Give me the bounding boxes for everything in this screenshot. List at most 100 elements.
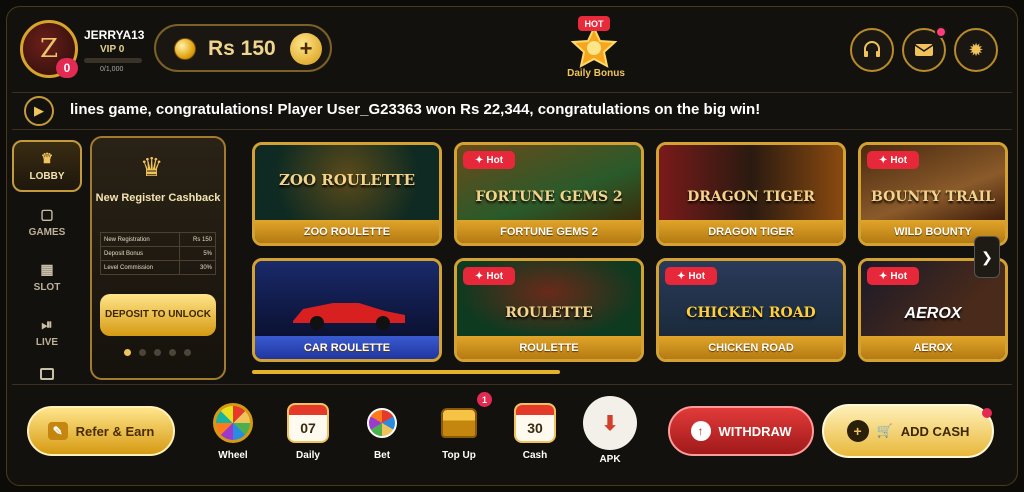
daily-bonus-icon[interactable] <box>569 26 619 68</box>
game-thumbnail <box>659 145 843 223</box>
table-cell: Rs 150 <box>178 232 217 247</box>
thumbnail-title: ROULETTE <box>505 305 593 321</box>
settings-button[interactable]: ✹ <box>954 28 998 72</box>
game-card-wild-bounty[interactable]: BOUNTY TRAIL ✦ Hot WILD BOUNTY <box>858 142 1008 246</box>
hot-tag: HOT <box>578 16 610 31</box>
bet-icon <box>367 408 397 438</box>
gamepad-icon: ▢ <box>40 206 54 222</box>
withdraw-button[interactable]: ↑ WITHDRAW <box>668 406 814 456</box>
game-label: CAR ROULETTE <box>255 336 439 359</box>
game-card-zoo-roulette[interactable]: ZOO ROULETTE ZOO ROULETTE <box>252 142 442 246</box>
bet-label: Bet <box>373 450 391 461</box>
hot-badge-label: Hot <box>890 270 908 282</box>
next-arrow-button[interactable]: ❯ <box>974 236 1000 278</box>
add-balance-button[interactable]: + <box>290 33 322 65</box>
wheel-button[interactable]: Wheel <box>203 402 263 461</box>
apk-button[interactable]: ⬇ APK <box>580 396 640 465</box>
game-card-dragon-tiger[interactable]: DRAGON TIGER DRAGON TIGER <box>656 142 846 246</box>
vip-progress-text: 0/1,000 <box>100 66 124 73</box>
top-up-button[interactable]: Top Up <box>429 402 489 461</box>
game-label: FORTUNE GEMS 2 <box>457 220 641 243</box>
avatar-logo: Z <box>39 34 59 64</box>
table-cell: 30% <box>178 260 217 275</box>
top-up-badge: 1 <box>477 392 492 407</box>
table-cell: New Registration <box>100 232 180 247</box>
carousel-dot[interactable] <box>139 349 146 356</box>
cash-label: Cash <box>522 450 548 461</box>
thumbnail-title: DRAGON TIGER <box>687 189 815 205</box>
balance-pill[interactable]: Rs 150 + <box>154 24 332 72</box>
daily-bonus-label: Daily Bonus <box>567 68 625 79</box>
plus-icon: + <box>846 420 869 442</box>
carousel-dot[interactable] <box>154 349 161 356</box>
coin-icon <box>174 38 196 60</box>
arrow-up-icon: ↑ <box>690 421 711 441</box>
add-cash-button[interactable]: + 🛒 ADD CASH <box>822 404 994 458</box>
daily-button[interactable]: 07 Daily <box>278 402 338 461</box>
game-label: ROULETTE <box>457 336 641 359</box>
add-cash-label: ADD CASH <box>900 423 970 439</box>
withdraw-label: WITHDRAW <box>718 423 792 439</box>
sidebar-item-live[interactable]: ⏯ LIVE <box>12 306 82 358</box>
vip-progress-bar <box>84 58 142 63</box>
carousel-dots <box>124 349 191 356</box>
vip-level: VIP 0 <box>100 44 125 55</box>
bet-button[interactable]: Bet <box>352 402 412 461</box>
thumbnail-title: AEROX <box>904 305 962 322</box>
download-icon: ⬇ <box>583 396 637 450</box>
sidebar-item-games[interactable]: ▢ GAMES <box>12 196 82 248</box>
flame-icon: ✦ <box>676 270 686 282</box>
flame-icon: ✦ <box>474 154 484 166</box>
wheel-icon <box>213 403 253 443</box>
table-row: Level Commission 30% <box>100 260 217 275</box>
refer-and-earn-button[interactable]: ✎ Refer & Earn <box>27 406 175 456</box>
sidebar-item-slot[interactable]: ▦ SLOT <box>12 251 82 303</box>
thumbnail-title: BOUNTY TRAIL <box>871 189 995 205</box>
cash-button[interactable]: 30 Cash <box>505 402 565 461</box>
support-button[interactable] <box>850 28 894 72</box>
game-card-chicken-road[interactable]: CHICKEN ROAD ✦ Hot CHICKEN ROAD <box>656 258 846 362</box>
hot-badge-label: Hot <box>486 270 504 282</box>
crown-icon: ♛ <box>40 150 54 166</box>
game-card-fortune-gems-2[interactable]: FORTUNE GEMS 2 ✦ Hot FORTUNE GEMS 2 <box>454 142 644 246</box>
play-icon: ⏯ <box>41 316 53 332</box>
car-image <box>293 303 405 330</box>
calendar-icon[interactable] <box>40 368 54 380</box>
slot-icon: ▦ <box>40 261 54 277</box>
speaker-icon: ▶ <box>24 96 54 126</box>
thumbnail-title: CHICKEN ROAD <box>686 305 816 321</box>
headset-icon <box>864 41 880 57</box>
games-scrollbar[interactable] <box>252 370 560 374</box>
crown-icon: ♛ <box>140 152 164 182</box>
sidebar-item-label: LOBBY <box>29 171 65 182</box>
gear-icon: ✹ <box>968 39 984 60</box>
game-card-car-roulette[interactable]: CAR ROULETTE <box>252 258 442 362</box>
table-cell: Deposit Bonus <box>100 246 180 261</box>
table-cell: 5% <box>178 246 217 261</box>
username: JERRYA13 <box>84 28 145 42</box>
calendar-icon: 07 <box>287 403 329 443</box>
carousel-dot[interactable] <box>169 349 176 356</box>
balance-amount: Rs 150 <box>208 37 276 60</box>
carousel-dot[interactable] <box>124 349 131 356</box>
carousel-dot[interactable] <box>184 349 191 356</box>
sidebar-item-lobby[interactable]: ♛ LOBBY <box>12 140 82 192</box>
deposit-to-unlock-button[interactable]: DEPOSIT TO UNLOCK <box>100 294 216 336</box>
flame-icon: ✦ <box>878 154 888 166</box>
sidebar-item-label: GAMES <box>28 227 66 238</box>
announcement-text: lines game, congratulations! Player User… <box>70 101 761 118</box>
sidebar-item-label: SLOT <box>33 282 61 293</box>
game-label: AEROX <box>861 336 1005 359</box>
table-cell: Level Commission <box>100 260 180 275</box>
top-up-label: Top Up <box>442 450 476 461</box>
avatar-badge: 0 <box>56 58 78 78</box>
mail-notification-dot <box>935 26 947 38</box>
hot-badge: ✦ Hot <box>463 151 515 169</box>
game-card-roulette[interactable]: ROULETTE ✦ Hot ROULETTE <box>454 258 644 362</box>
promo-title: New Register Cashback <box>95 192 221 204</box>
hot-badge: ✦ Hot <box>463 267 515 285</box>
add-cash-notification-dot <box>982 408 992 418</box>
game-label: CHICKEN ROAD <box>659 336 843 359</box>
wheel-label: Wheel <box>218 450 248 461</box>
thumbnail-title: FORTUNE GEMS 2 <box>475 189 623 205</box>
